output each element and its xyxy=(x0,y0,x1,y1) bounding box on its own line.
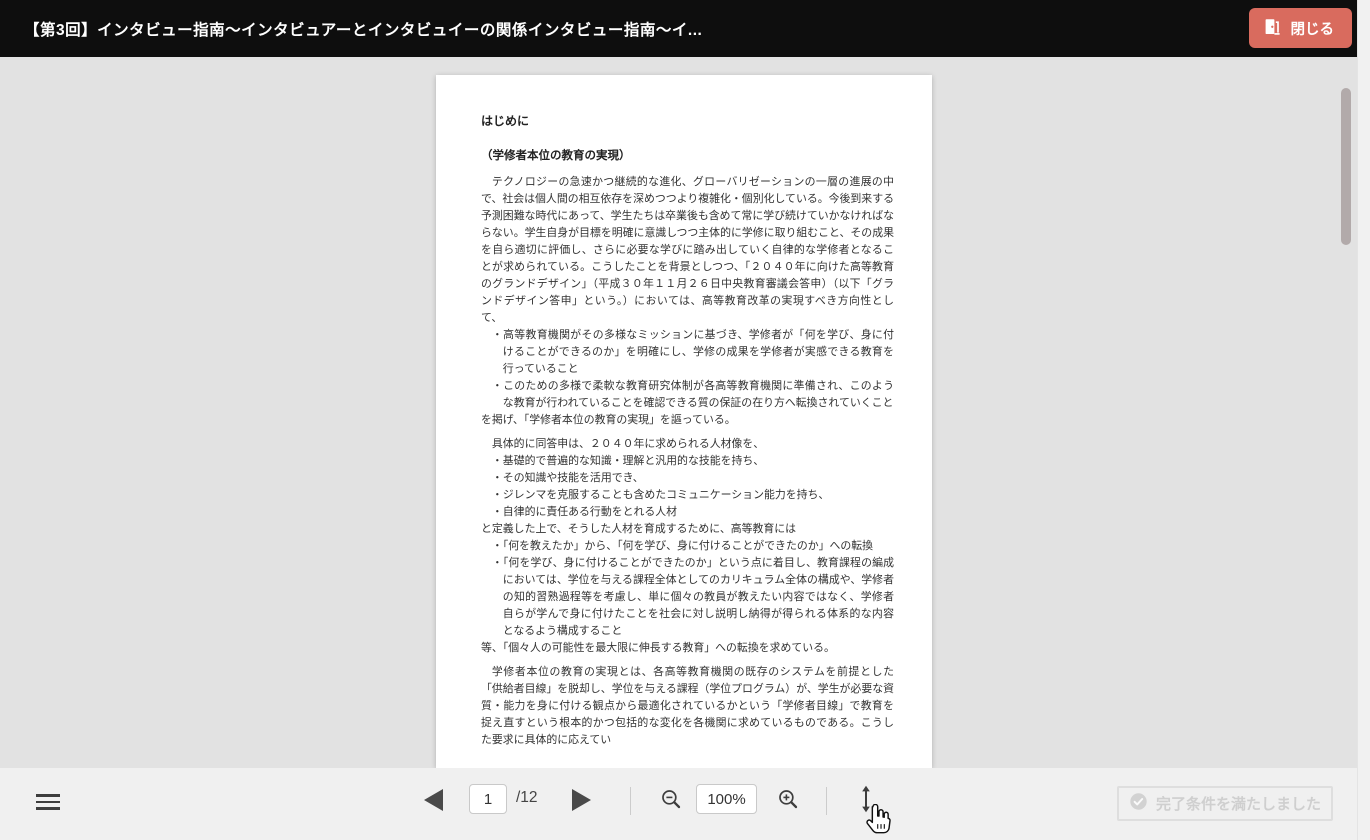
document-viewer-app: { "header": { "title": "【第3回】インタビュー指南〜イン… xyxy=(0,0,1370,840)
lesson-title: 【第3回】インタビュー指南〜インタビュアーとインタビュイーの関係インタビュー指南… xyxy=(24,18,702,40)
doc-bullet: ・基礎的で普遍的な知識・理解と汎用的な技能を持ち、 xyxy=(481,452,894,469)
doc-paragraph: 学修者本位の教育の実現とは、各高等教育機関の既存のシステムを前提とした「供給者目… xyxy=(481,663,894,748)
window-scrollbar-track[interactable] xyxy=(1357,0,1370,840)
previous-page-arrow-icon[interactable] xyxy=(424,789,443,811)
toolbar-divider xyxy=(630,787,631,815)
completion-status-label: 完了条件を満たしました xyxy=(1156,793,1321,814)
header-bar: 【第3回】インタビュー指南〜インタビュアーとインタビュイーの関係インタビュー指南… xyxy=(0,0,1357,57)
zoom-in-magnifier-icon[interactable] xyxy=(777,788,800,811)
page-number-input[interactable] xyxy=(469,784,507,814)
doc-heading: はじめに xyxy=(481,113,894,130)
doc-bullet: ・このための多様で柔軟な教育研究体制が各高等教育機関に準備され、このような教育が… xyxy=(481,377,894,411)
doc-paragraph: テクノロジーの急速かつ継続的な進化、グローバリゼーションの一層の進展の中で、社会… xyxy=(481,173,894,326)
doc-line: 等、「個々人の可能性を最大限に伸長する教育」への転換を求めている。 xyxy=(481,639,894,656)
doc-paragraph: 具体的に同答申は、２０４０年に求められる人材像を、 xyxy=(481,435,894,452)
check-circle-icon xyxy=(1129,792,1148,815)
doc-line: を掲げ、「学修者本位の教育の実現」を謳っている。 xyxy=(481,411,894,428)
doc-bullet: ・その知識や技能を活用でき、 xyxy=(481,469,894,486)
doc-subheading: （学修者本位の教育の実現） xyxy=(481,148,894,165)
viewer-toolbar: /12 xyxy=(0,768,1357,840)
doc-bullet: ・自律的に責任ある行動をとれる人材 xyxy=(481,503,894,520)
close-button[interactable]: 閉じる xyxy=(1249,8,1353,48)
hamburger-menu-icon[interactable] xyxy=(36,794,60,810)
document-scroll-area: はじめに （学修者本位の教育の実現） テクノロジーの急速かつ継続的な進化、グロー… xyxy=(0,57,1357,768)
completion-status-button[interactable]: 完了条件を満たしました xyxy=(1117,786,1333,821)
zoom-out-magnifier-icon[interactable] xyxy=(660,788,683,811)
doc-bullet: ・高等教育機関がその多様なミッションに基づき、学修者が「何を学び、身に付けること… xyxy=(481,326,894,377)
doc-line: と定義した上で、そうした人材を育成するために、高等教育には xyxy=(481,520,894,537)
close-button-label: 閉じる xyxy=(1291,18,1335,39)
doc-bullet: ・ジレンマを克服することも含めたコミュニケーション能力を持ち、 xyxy=(481,486,894,503)
next-page-arrow-icon[interactable] xyxy=(572,789,591,811)
page-total-label: /12 xyxy=(516,789,538,807)
zoom-level-input[interactable] xyxy=(696,784,757,814)
toolbar-divider xyxy=(826,787,827,815)
doc-bullet: ・「何を学び、身に付けることができたのか」という点に着目し、教育課程の編成におい… xyxy=(481,554,894,639)
fit-height-arrows-icon[interactable] xyxy=(859,785,873,813)
document-scrollbar-thumb[interactable] xyxy=(1341,88,1351,245)
doc-bullet: ・「何を教えたか」から、「何を学び、身に付けることができたのか」への転換 xyxy=(481,537,894,554)
pdf-page: はじめに （学修者本位の教育の実現） テクノロジーの急速かつ継続的な進化、グロー… xyxy=(436,75,932,768)
door-exit-icon xyxy=(1263,17,1282,40)
